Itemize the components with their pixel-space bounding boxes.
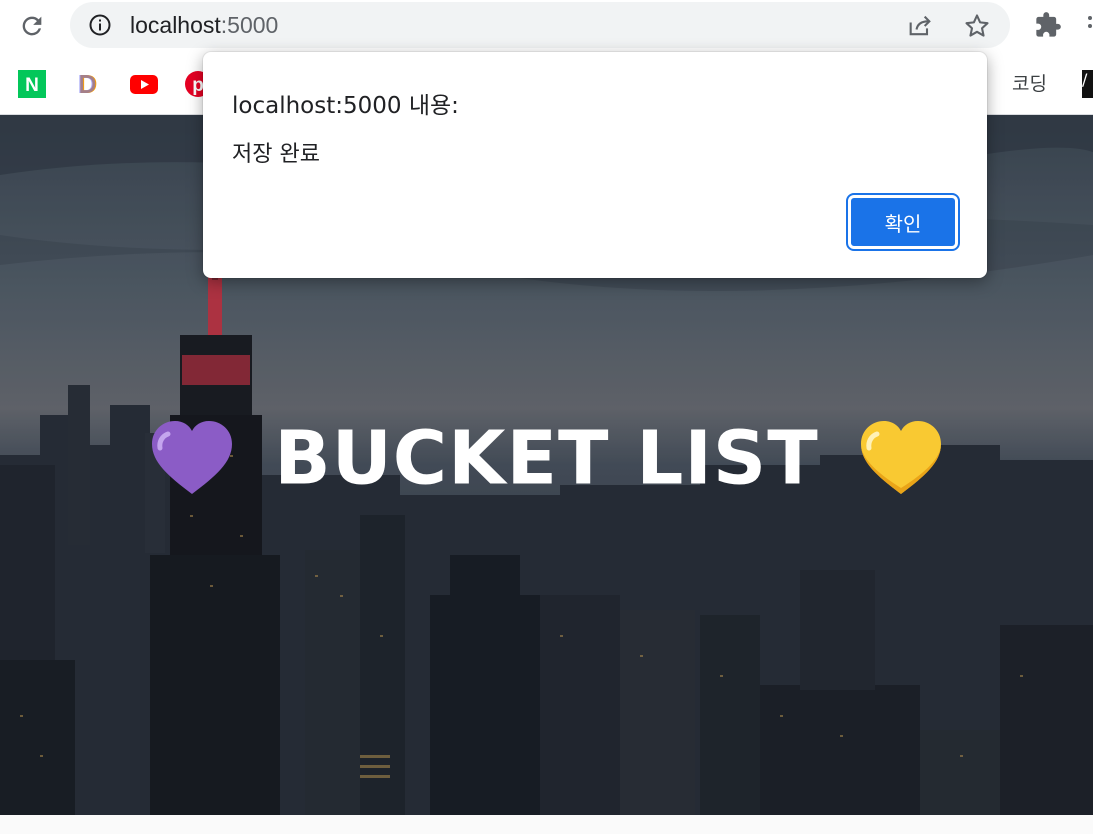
url-port: :5000 [220,12,279,38]
yellow-heart-icon [861,421,942,495]
purple-heart-icon [151,421,232,495]
url-host: localhost [130,12,221,38]
alert-dialog: localhost:5000 내용: 저장 완료 확인 [203,52,987,278]
alert-title: localhost:5000 내용: [232,93,459,119]
menu-icon[interactable] [1082,12,1093,40]
svg-text:N: N [25,75,39,96]
ok-button[interactable]: 확인 [846,193,960,251]
share-icon[interactable] [906,12,934,40]
daum-icon[interactable]: D D [74,70,102,98]
bookmark-folder-coding[interactable]: 코딩 [1012,69,1047,96]
info-icon[interactable] [88,13,112,37]
alert-message: 저장 완료 [232,142,320,167]
naver-icon[interactable]: N [18,70,46,98]
svg-text:D: D [78,70,97,98]
page-title: BUCKET LIST [0,411,1093,501]
extensions-icon[interactable] [1034,11,1062,39]
url-text[interactable]: localhost:5000 [130,10,278,40]
bookmark-item-last[interactable]: / [1082,70,1093,98]
browser-toolbar: localhost:5000 [0,0,1093,52]
reload-icon[interactable] [18,12,46,40]
page-title-text: BUCKET LIST [274,415,819,502]
address-bar[interactable]: localhost:5000 [70,2,1010,48]
page-bottom [0,815,1093,834]
youtube-icon[interactable] [130,70,158,98]
bookmark-star-icon[interactable] [963,12,991,40]
